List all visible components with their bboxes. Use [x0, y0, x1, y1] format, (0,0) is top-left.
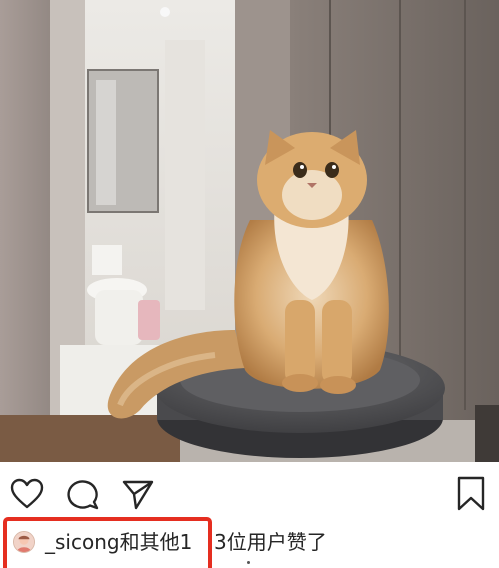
send-icon[interactable]	[121, 478, 155, 510]
heart-icon[interactable]	[10, 478, 44, 510]
bookmark-icon[interactable]	[455, 476, 487, 512]
page-indicator-dot	[247, 561, 250, 564]
likes-username[interactable]: _sicong和其他1	[45, 529, 192, 555]
comment-icon[interactable]	[66, 478, 100, 510]
avatar[interactable]	[13, 531, 35, 553]
post-actions-bar	[0, 462, 499, 514]
post-photo[interactable]	[0, 0, 499, 462]
likes-summary: _sicong和其他1 3位用户赞了	[0, 514, 499, 568]
likes-count-text[interactable]: 3位用户赞了	[214, 529, 327, 555]
cat-photo	[0, 0, 499, 462]
